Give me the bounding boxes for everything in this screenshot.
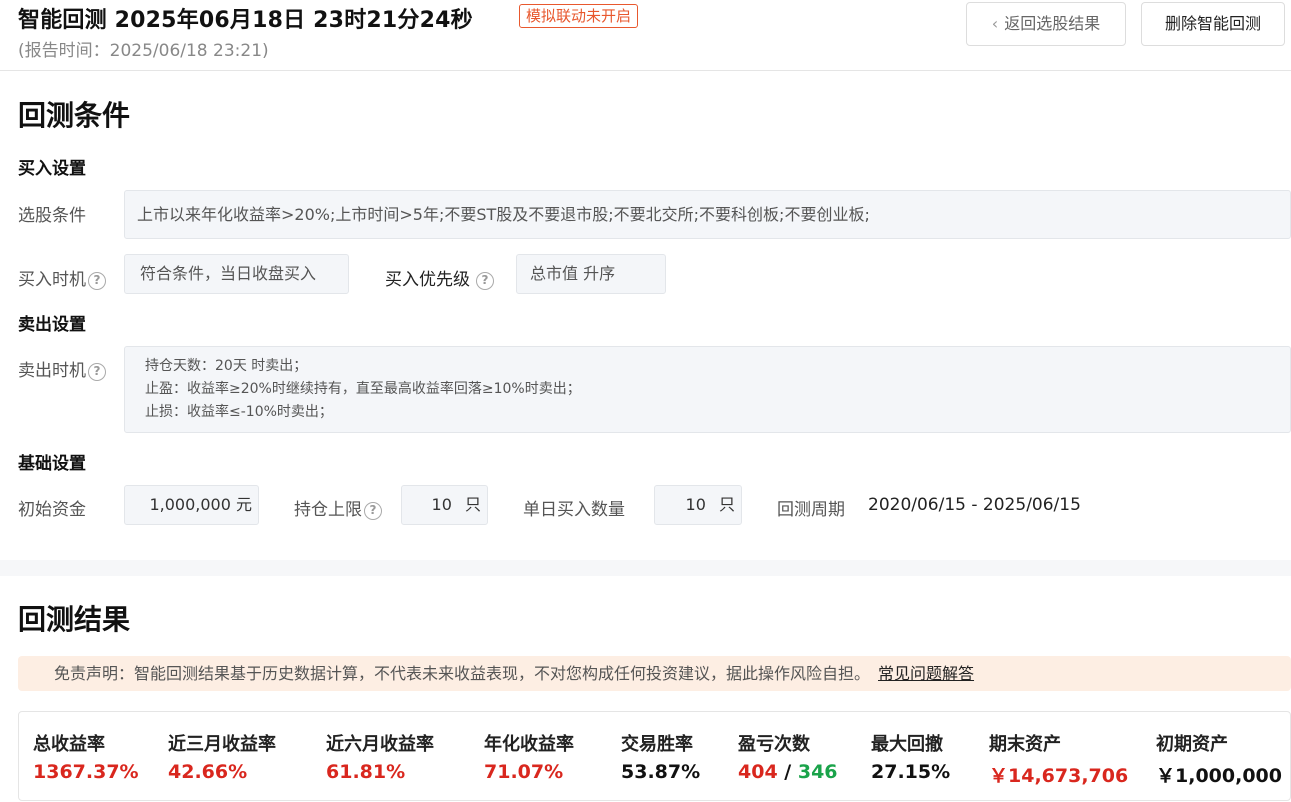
disclaimer-text: 免责声明：智能回测结果基于历史数据计算，不代表未来收益表现，不对您构成任何投资建… bbox=[54, 664, 871, 683]
help-icon[interactable]: ? bbox=[476, 272, 494, 290]
buy-timing-label: 买入时机? bbox=[18, 265, 106, 290]
stat-label: 最大回撤 bbox=[871, 734, 943, 755]
buy-priority-field: 总市值 升序 bbox=[516, 254, 666, 294]
position-limit-unit: 只 bbox=[464, 495, 481, 514]
buy-timing-label-text: 买入时机 bbox=[18, 270, 86, 290]
initial-capital-unit: 元 bbox=[235, 495, 252, 514]
position-limit-label: 持仓上限? bbox=[294, 495, 382, 520]
section-divider bbox=[0, 560, 1291, 576]
buy-priority-label: 买入优先级? bbox=[385, 265, 494, 290]
stats-panel: 总收益率 1367.37% 近三月收益率 42.66% 近六月收益率 61.81… bbox=[18, 711, 1291, 801]
report-time: (报告时间：2025/06/18 23:21) bbox=[18, 41, 269, 61]
stat-value: 27.15% bbox=[871, 761, 951, 783]
buy-settings-title: 买入设置 bbox=[18, 159, 86, 179]
stat-label: 期末资产 bbox=[989, 734, 1061, 755]
stat-value: 404 / 346 bbox=[738, 761, 838, 783]
disclaimer-banner: 免责声明：智能回测结果基于历史数据计算，不代表未来收益表现，不对您构成任何投资建… bbox=[18, 656, 1291, 691]
faq-link[interactable]: 常见问题解答 bbox=[878, 664, 974, 683]
stat-value: 71.07% bbox=[484, 761, 564, 783]
sell-settings-title: 卖出设置 bbox=[18, 315, 86, 335]
sim-status-badge[interactable]: 模拟联动未开启 bbox=[519, 4, 639, 28]
daily-buy-field: 10 只 bbox=[654, 485, 742, 525]
buy-priority-label-text: 买入优先级 bbox=[385, 270, 470, 290]
back-button-label: 返回选股结果 bbox=[1004, 14, 1101, 33]
sell-rule-holding-days: 持仓天数：20天 时卖出； bbox=[145, 358, 308, 374]
stat-value: ￥14,673,706 bbox=[989, 765, 1129, 787]
stat-label: 盈亏次数 bbox=[738, 734, 810, 755]
win-loss-separator: / bbox=[777, 761, 798, 783]
stat-label: 近三月收益率 bbox=[168, 734, 276, 755]
period-label: 回测周期 bbox=[777, 500, 845, 520]
sell-rule-take-profit: 止盈：收益率≥20%时继续持有，直至最高收益率回落≥10%时卖出； bbox=[145, 381, 581, 397]
page-header: 智能回测 2025年06月18日 23时21分24秒 模拟联动未开启 (报告时间… bbox=[0, 0, 1291, 71]
daily-buy-value: 10 bbox=[685, 495, 706, 514]
daily-buy-unit: 只 bbox=[718, 495, 735, 514]
stat-label: 交易胜率 bbox=[621, 734, 693, 755]
stat-value: 1367.37% bbox=[33, 761, 139, 783]
stat-label: 初期资产 bbox=[1156, 734, 1228, 755]
conditions-title: 回测条件 bbox=[18, 99, 131, 132]
results-title: 回测结果 bbox=[18, 603, 131, 636]
stat-value: ￥1,000,000 bbox=[1156, 765, 1282, 787]
daily-buy-label: 单日买入数量 bbox=[523, 500, 625, 520]
page-title: 智能回测 2025年06月18日 23时21分24秒 bbox=[18, 8, 473, 33]
buy-timing-field: 符合条件，当日收盘买入 bbox=[124, 254, 349, 294]
help-icon[interactable]: ? bbox=[88, 363, 106, 381]
sell-timing-field: 持仓天数：20天 时卖出； 止盈：收益率≥20%时继续持有，直至最高收益率回落≥… bbox=[124, 346, 1291, 433]
position-limit-field: 10 只 bbox=[401, 485, 488, 525]
basic-settings-title: 基础设置 bbox=[18, 454, 86, 474]
selection-label: 选股条件 bbox=[18, 206, 86, 226]
sell-timing-label-text: 卖出时机 bbox=[18, 361, 86, 381]
sell-rule-stop-loss: 止损：收益率≤-10%时卖出； bbox=[145, 404, 333, 420]
win-count: 404 bbox=[738, 761, 778, 783]
sell-timing-label: 卖出时机? bbox=[18, 356, 106, 381]
delete-backtest-button[interactable]: 删除智能回测 bbox=[1141, 2, 1285, 46]
stat-value: 61.81% bbox=[326, 761, 406, 783]
initial-capital-value: 1,000,000 bbox=[149, 495, 231, 514]
chevron-left-icon: ‹ bbox=[991, 14, 999, 33]
help-icon[interactable]: ? bbox=[88, 272, 106, 290]
stat-label: 总收益率 bbox=[33, 734, 105, 755]
position-limit-label-text: 持仓上限 bbox=[294, 500, 362, 520]
loss-count: 346 bbox=[797, 761, 838, 783]
position-limit-value: 10 bbox=[431, 495, 452, 514]
stat-label: 近六月收益率 bbox=[326, 734, 434, 755]
help-icon[interactable]: ? bbox=[364, 502, 382, 520]
stat-label: 年化收益率 bbox=[484, 734, 574, 755]
initial-capital-label: 初始资金 bbox=[18, 500, 86, 520]
selection-conditions-field: 上市以来年化收益率>20%;上市时间>5年;不要ST股及不要退市股;不要北交所;… bbox=[124, 190, 1291, 239]
initial-capital-field: 1,000,000 元 bbox=[124, 485, 259, 525]
period-value: 2020/06/15 - 2025/06/15 bbox=[868, 495, 1081, 515]
stat-value: 53.87% bbox=[621, 761, 701, 783]
back-to-results-button[interactable]: ‹ 返回选股结果 bbox=[966, 2, 1126, 46]
stat-value: 42.66% bbox=[168, 761, 248, 783]
